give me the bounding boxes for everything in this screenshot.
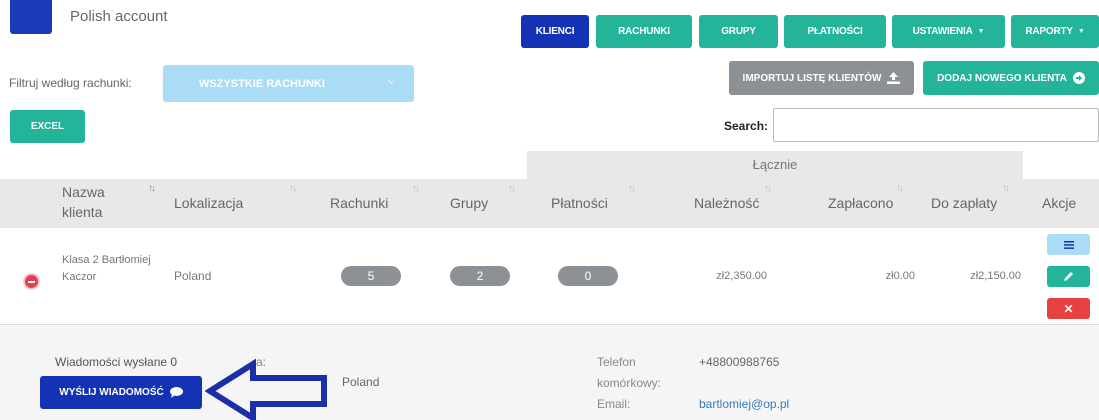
search-input[interactable]	[773, 108, 1099, 142]
sort-icon[interactable]: ↑↓	[628, 183, 636, 194]
send-message-label: WYŚLIJ WIADOMOŚĆ	[59, 387, 164, 398]
search-label: Search:	[724, 119, 769, 133]
nav-grupy[interactable]: GRUPY	[699, 15, 778, 48]
edit-button[interactable]	[1047, 266, 1090, 287]
sort-icon[interactable]: ↑↓	[1002, 183, 1010, 194]
annotation-arrow-icon	[205, 358, 327, 420]
excel-button[interactable]: EXCEL	[10, 110, 85, 143]
list-icon	[1063, 240, 1074, 249]
caret-down-icon: ▼	[977, 28, 985, 35]
upload-icon	[887, 72, 901, 84]
email-label: Email:	[597, 397, 631, 411]
column-groups[interactable]: Grupy	[450, 195, 488, 211]
close-icon: ✕	[1063, 301, 1074, 316]
nav-klienci[interactable]: KLIENCI	[521, 15, 589, 48]
column-to-pay[interactable]: Do zapłaty	[931, 195, 997, 211]
client-name-line1: Klasa 2 Bartłomiej	[62, 254, 151, 266]
group-header-totals: Łącznie	[527, 151, 1023, 179]
table-row	[0, 228, 1099, 325]
nav-rachunki[interactable]: RACHUNKI	[596, 15, 692, 48]
add-client-button[interactable]: DODAJ NOWEGO KLIENTA	[923, 61, 1099, 95]
due-amount-cell: zł2,350.00	[716, 270, 767, 282]
column-name-line2: klienta	[62, 204, 103, 220]
client-name-cell[interactable]: Klasa 2 Bartłomiej Kaczor	[62, 252, 151, 286]
payments-count-badge: 0	[558, 266, 618, 286]
invoice-filter-value: WSZYSTKIE RACHUNKI	[199, 77, 325, 90]
send-message-button[interactable]: WYŚLIJ WIADOMOŚĆ	[40, 376, 202, 409]
add-client-label: DODAJ NOWEGO KLIENTA	[937, 72, 1067, 84]
details-button[interactable]	[1047, 234, 1090, 255]
brand-logo	[10, 0, 52, 34]
comment-icon	[169, 387, 183, 398]
phone-value: +48800988765	[699, 355, 780, 369]
nav-platnosci[interactable]: PŁATNOŚCI	[784, 15, 886, 48]
invoices-count-badge: 5	[341, 266, 401, 286]
paid-amount-cell: zł0.00	[885, 270, 915, 282]
sort-icon[interactable]: ↑↓	[508, 183, 516, 194]
column-name[interactable]: Nazwa klienta	[62, 182, 105, 222]
groups-count-badge: 2	[450, 266, 510, 286]
column-invoices[interactable]: Rachunki	[330, 195, 388, 211]
filter-label: Filtruj według rachunki:	[9, 76, 132, 90]
table-header: Nazwa klienta ↑↓ Lokalizacja ↑↓ Rachunki…	[0, 179, 1099, 228]
country-value: Poland	[342, 375, 380, 389]
column-payments[interactable]: Płatności	[551, 195, 608, 211]
import-clients-label: IMPORTUJ LISTĘ KLIENTÓW	[742, 72, 882, 84]
delete-button[interactable]: ✕	[1047, 298, 1090, 319]
phone-label-line2: komórkowy:	[597, 376, 662, 390]
sort-icon[interactable]: ↑↓	[412, 183, 420, 194]
messages-sent-count: Wiadomości wysłane 0	[55, 355, 178, 369]
nav-raporty[interactable]: RAPORTY ▼	[1011, 15, 1099, 48]
invoice-filter-select[interactable]: WSZYSTKIE RACHUNKI	[163, 65, 414, 102]
caret-down-icon: ▼	[1077, 28, 1085, 35]
nav-ustawienia-label: USTAWIENIA	[912, 26, 973, 37]
to-pay-amount-cell: zł2,150.00	[970, 270, 1021, 282]
column-paid[interactable]: Zapłacono	[828, 195, 893, 211]
account-name: Polish account	[70, 8, 168, 25]
column-name-line1: Nazwa	[62, 184, 105, 200]
column-actions: Akcje	[1042, 195, 1077, 211]
sort-icon[interactable]: ↑↓	[896, 183, 904, 194]
client-name-line2: Kaczor	[62, 271, 97, 283]
phone-label-line1: Telefon	[597, 355, 636, 369]
arrow-circle-right-icon	[1072, 72, 1085, 84]
column-due[interactable]: Należność	[694, 195, 759, 211]
sort-icon[interactable]: ↑↓	[289, 183, 297, 194]
nav-ustawienia[interactable]: USTAWIENIA ▼	[892, 15, 1005, 48]
sort-icon[interactable]: ↑↓	[764, 183, 772, 194]
import-clients-button[interactable]: IMPORTUJ LISTĘ KLIENTÓW	[729, 61, 914, 95]
column-location[interactable]: Lokalizacja	[174, 195, 243, 211]
client-location-cell: Poland	[174, 269, 212, 283]
collapse-row-icon[interactable]	[25, 275, 38, 288]
chevron-down-icon	[387, 76, 396, 85]
pencil-icon	[1064, 272, 1073, 281]
email-link[interactable]: bartlomiej@op.pl	[699, 397, 789, 411]
sort-icon[interactable]: ↑↓	[148, 183, 156, 194]
nav-raporty-label: RAPORTY	[1025, 26, 1073, 37]
